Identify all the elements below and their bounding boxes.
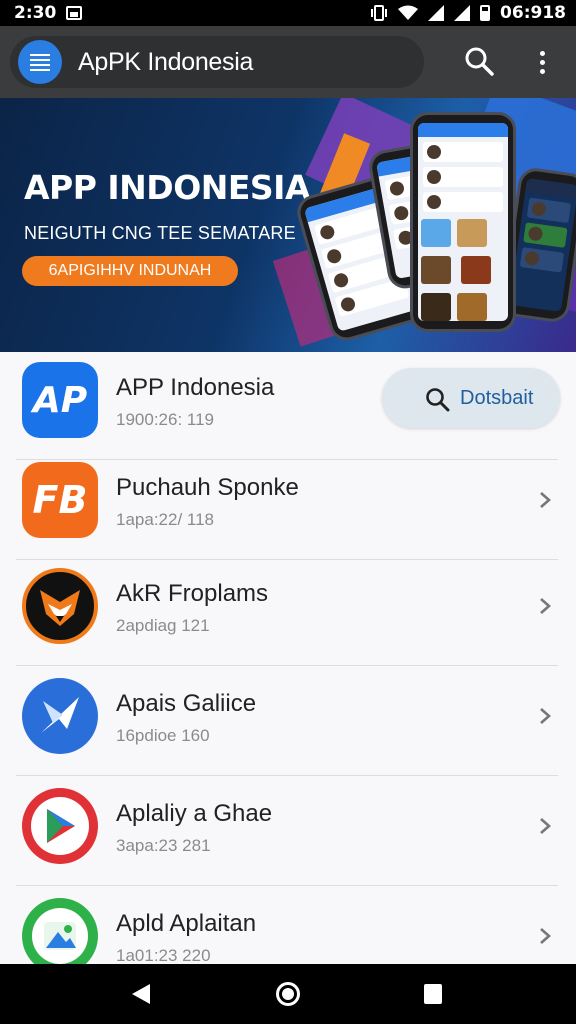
status-time: 2:30 [14, 3, 57, 23]
app-icon-text: AP [32, 379, 88, 421]
app-meta: 3apa:23 281 [116, 836, 211, 855]
status-clock: 06:918 [500, 3, 566, 23]
play-glyph [47, 809, 75, 843]
fb-logo-icon: FB [22, 462, 98, 538]
ap-logo-icon: AP [22, 362, 98, 438]
app-list: AP APP Indonesia 1900:26: 119 Dotsbait F… [0, 352, 576, 964]
list-item[interactable]: FB Puchauh Sponke 1apa:22/ 118 [0, 452, 576, 560]
divider [16, 665, 558, 666]
list-item[interactable]: Apais Galiice 16pdioe 160 [0, 668, 576, 776]
image-logo-inner [32, 908, 88, 964]
more-vert-icon[interactable] [530, 46, 554, 78]
banner-subtitle: NEIGUTH CNG TEE SEMATARE [24, 223, 296, 243]
search-icon[interactable] [462, 44, 496, 78]
list-item[interactable]: AkR Froplams 2apdiag 121 [0, 558, 576, 666]
download-button[interactable]: Dotsbait [382, 368, 560, 428]
plane-glyph [41, 697, 79, 733]
plane-logo-icon [22, 678, 98, 754]
play-logo-icon [22, 788, 98, 864]
system-nav-bar [0, 964, 576, 1024]
banner-cta-button[interactable]: 6APIGIHHV INDUNAH [22, 256, 238, 286]
divider [16, 775, 558, 776]
play-logo-inner [31, 797, 89, 855]
app-name: APP Indonesia [116, 374, 275, 401]
vibrate-icon [371, 5, 388, 21]
image-glyph [44, 922, 76, 950]
app-name: Aplaliy a Ghae [116, 800, 273, 827]
chevron-right-icon [540, 708, 551, 724]
signal-icon-2 [454, 5, 471, 21]
app-meta: 1900:26: 119 [116, 410, 214, 429]
banner-title: APP INDONESIA [24, 168, 311, 207]
home-icon[interactable] [276, 982, 300, 1006]
chevron-right-icon [540, 492, 551, 508]
list-item[interactable]: AP APP Indonesia 1900:26: 119 Dotsbait [0, 352, 576, 460]
app-bar: ApPK Indonesia [0, 26, 576, 98]
app-name: Puchauh Sponke [116, 474, 299, 501]
promo-banner[interactable]: APP INDONESIA NEIGUTH CNG TEE SEMATARE 6… [0, 98, 576, 352]
app-name: Apld Aplaitan [116, 910, 257, 937]
image-logo-icon [22, 898, 98, 964]
app-name: Apais Galiice [116, 690, 257, 717]
app-icon-text: FB [32, 478, 88, 522]
app-meta: 1apa:22/ 118 [116, 510, 214, 529]
recents-icon[interactable] [424, 984, 442, 1004]
divider [16, 885, 558, 886]
status-bar: 2:30 06:918 [0, 0, 576, 26]
search-icon [426, 388, 450, 412]
app-meta: 16pdioe 160 [116, 726, 210, 745]
fox-glyph [40, 590, 80, 626]
fox-logo-icon [22, 568, 98, 644]
wifi-icon [398, 5, 419, 20]
chevron-right-icon [540, 598, 551, 614]
download-button-label: Dotsbait [460, 387, 534, 409]
app-meta: 1a01:23 220 [116, 946, 211, 964]
gallery-notification-icon [66, 6, 83, 20]
chevron-right-icon [540, 818, 551, 834]
app-name: AkR Froplams [116, 580, 269, 607]
app-title: ApPK Indonesia [78, 48, 254, 76]
battery-icon [480, 5, 491, 21]
signal-icon [428, 5, 445, 21]
chevron-right-icon [540, 928, 551, 944]
back-icon[interactable] [130, 982, 152, 1006]
list-item[interactable]: Apld Aplaitan 1a01:23 220 [0, 888, 576, 964]
menu-icon[interactable] [18, 40, 62, 84]
app-meta: 2apdiag 121 [116, 616, 210, 635]
list-item[interactable]: Aplaliy a Ghae 3apa:23 281 [0, 778, 576, 886]
screen: 2:30 06:918 ApPK Indonesia APP INDONESIA… [0, 0, 576, 1024]
phone-mockup-image [410, 112, 516, 332]
